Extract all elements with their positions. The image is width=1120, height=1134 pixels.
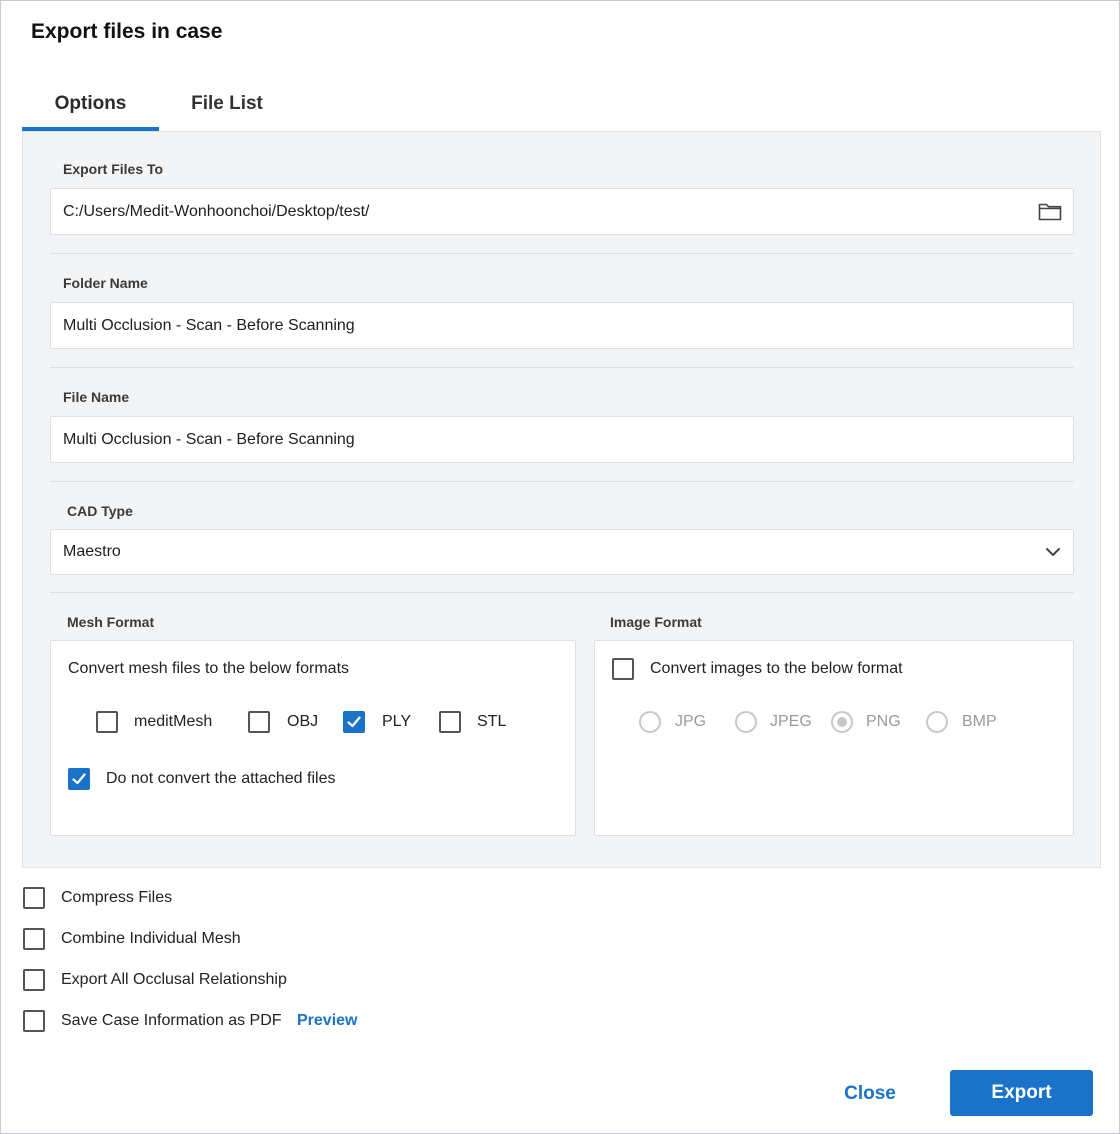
- convert-images-label: Convert images to the below format: [650, 660, 903, 677]
- close-button[interactable]: Close: [827, 1073, 913, 1115]
- compress-files-label: Compress Files: [61, 889, 173, 906]
- radio-jpeg[interactable]: [735, 711, 757, 733]
- folder-icon[interactable]: [1038, 201, 1062, 221]
- mesh-checkbox-obj[interactable]: [248, 711, 270, 733]
- folder-name-value: Multi Occlusion - Scan - Before Scanning: [63, 317, 355, 334]
- mesh-checkbox-meditmesh[interactable]: [96, 711, 118, 733]
- radio-png[interactable]: [831, 711, 853, 733]
- mesh-label-obj: OBJ: [287, 713, 319, 730]
- radio-bmp[interactable]: [926, 711, 948, 733]
- tab-options[interactable]: Options: [22, 83, 159, 131]
- export-occlusal-checkbox[interactable]: [23, 969, 45, 991]
- mesh-format-description: Convert mesh files to the below formats: [68, 660, 350, 677]
- tab-bar: Options File List: [22, 83, 422, 131]
- radio-label-png: PNG: [866, 713, 901, 730]
- no-convert-checkbox[interactable]: [68, 768, 90, 790]
- save-pdf-checkbox[interactable]: [23, 1010, 45, 1032]
- mesh-label-ply: PLY: [382, 713, 412, 730]
- image-format-label: Image Format: [610, 614, 702, 630]
- mesh-format-label: Mesh Format: [67, 614, 155, 630]
- tab-file-list[interactable]: File List: [172, 83, 282, 131]
- export-path-field[interactable]: C:/Users/Medit-Wonhoonchoi/Desktop/test/: [50, 188, 1074, 235]
- check-icon: [72, 773, 86, 785]
- cad-type-value: Maestro: [63, 543, 121, 560]
- radio-label-bmp: BMP: [962, 713, 997, 730]
- image-format-box: Convert images to the below format JPG J…: [594, 640, 1074, 836]
- export-occlusal-label: Export All Occlusal Relationship: [61, 971, 287, 988]
- radio-label-jpg: JPG: [675, 713, 707, 730]
- export-to-label: Export Files To: [63, 161, 164, 177]
- folder-name-label: Folder Name: [63, 275, 148, 291]
- preview-link[interactable]: Preview: [297, 1012, 357, 1030]
- chevron-down-icon: [1046, 548, 1060, 556]
- mesh-label-stl: STL: [477, 713, 507, 730]
- mesh-checkbox-ply[interactable]: [343, 711, 365, 733]
- mesh-format-box: Convert mesh files to the below formats …: [50, 640, 576, 836]
- divider: [50, 253, 1074, 254]
- cad-type-label: CAD Type: [67, 503, 133, 519]
- check-icon: [347, 716, 361, 728]
- export-button[interactable]: Export: [950, 1070, 1093, 1116]
- combine-mesh-label: Combine Individual Mesh: [61, 930, 241, 947]
- folder-name-field[interactable]: Multi Occlusion - Scan - Before Scanning: [50, 302, 1074, 349]
- save-pdf-label: Save Case Information as PDF: [61, 1012, 282, 1029]
- mesh-label-meditmesh: meditMesh: [134, 713, 213, 730]
- export-dialog: Export files in case Options File List E…: [0, 0, 1120, 1134]
- convert-images-checkbox[interactable]: [612, 658, 634, 680]
- file-name-field[interactable]: Multi Occlusion - Scan - Before Scanning: [50, 416, 1074, 463]
- divider: [50, 481, 1074, 482]
- cad-type-select[interactable]: Maestro: [50, 529, 1074, 575]
- no-convert-label: Do not convert the attached files: [106, 770, 336, 787]
- options-panel: Export Files To C:/Users/Medit-Wonhoonch…: [22, 131, 1101, 868]
- compress-files-checkbox[interactable]: [23, 887, 45, 909]
- combine-mesh-checkbox[interactable]: [23, 928, 45, 950]
- divider: [50, 367, 1074, 368]
- radio-jpg[interactable]: [639, 711, 661, 733]
- divider: [50, 592, 1074, 593]
- dialog-title: Export files in case: [31, 20, 223, 43]
- file-name-value: Multi Occlusion - Scan - Before Scanning: [63, 431, 355, 448]
- mesh-checkbox-stl[interactable]: [439, 711, 461, 733]
- radio-label-jpeg: JPEG: [770, 713, 812, 730]
- export-path-value: C:/Users/Medit-Wonhoonchoi/Desktop/test/: [63, 203, 370, 220]
- file-name-label: File Name: [63, 389, 130, 405]
